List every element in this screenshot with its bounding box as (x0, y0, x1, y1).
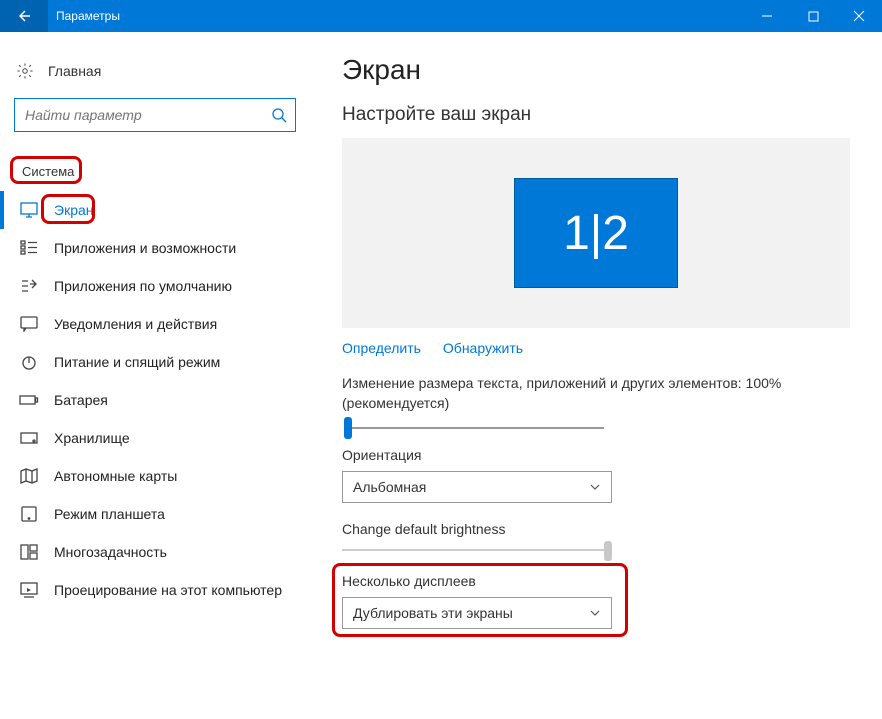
nav-item-multitasking[interactable]: Многозадачность (0, 533, 310, 571)
brightness-slider[interactable] (342, 549, 612, 551)
map-icon (18, 467, 40, 485)
titlebar: Параметры (0, 0, 882, 32)
nav-item-label: Режим планшета (54, 506, 165, 522)
page-subtitle: Настройте ваш экран (342, 104, 850, 126)
nav-item-offline-maps[interactable]: Автономные карты (0, 457, 310, 495)
list-icon (18, 239, 40, 257)
nav-item-label: Уведомления и действия (54, 316, 217, 332)
chevron-down-icon (589, 481, 601, 493)
category-label: Система (0, 138, 92, 187)
nav-item-display[interactable]: Экран (0, 191, 310, 229)
scale-label: Изменение размера текста, приложений и д… (342, 374, 850, 413)
display-box-merged[interactable]: 1|2 (514, 178, 678, 288)
display-preview[interactable]: 1|2 (342, 138, 850, 328)
chevron-down-icon (589, 607, 601, 619)
multitask-icon (18, 543, 40, 561)
identify-link[interactable]: Определить (342, 340, 421, 356)
brightness-block: Change default brightness (342, 521, 850, 551)
maximize-button[interactable] (790, 0, 836, 32)
nav-item-label: Приложения по умолчанию (54, 278, 232, 294)
scale-slider[interactable] (344, 427, 604, 429)
nav-item-apps-features[interactable]: Приложения и возможности (0, 229, 310, 267)
orientation-label: Ориентация (342, 447, 850, 463)
nav-item-projecting[interactable]: Проецирование на этот компьютер (0, 571, 310, 609)
nav-item-storage[interactable]: Хранилище (0, 419, 310, 457)
gear-icon (16, 62, 34, 80)
nav-item-label: Приложения и возможности (54, 240, 236, 256)
defaults-icon (18, 277, 40, 295)
brightness-label: Change default brightness (342, 521, 850, 537)
orientation-block: Ориентация Альбомная (342, 447, 850, 503)
nav-item-label: Экран (54, 202, 94, 218)
multi-display-dropdown[interactable]: Дублировать эти экраны (342, 597, 612, 629)
minimize-icon (761, 10, 773, 22)
close-button[interactable] (836, 0, 882, 32)
storage-icon (18, 429, 40, 447)
search-input[interactable] (23, 106, 271, 124)
nav-item-label: Автономные карты (54, 468, 177, 484)
main-content: Экран Настройте ваш экран 1|2 Определить… (310, 32, 882, 719)
slider-thumb[interactable] (604, 541, 612, 561)
multi-display-value: Дублировать эти экраны (353, 605, 513, 621)
nav-item-label: Проецирование на этот компьютер (54, 582, 282, 598)
orientation-dropdown[interactable]: Альбомная (342, 471, 612, 503)
page-title: Экран (342, 54, 850, 86)
arrow-left-icon (16, 8, 32, 24)
nav-item-battery[interactable]: Батарея (0, 381, 310, 419)
minimize-button[interactable] (744, 0, 790, 32)
home-nav[interactable]: Главная (0, 56, 310, 86)
home-label: Главная (48, 63, 101, 79)
nav-item-notifications[interactable]: Уведомления и действия (0, 305, 310, 343)
nav-item-power-sleep[interactable]: Питание и спящий режим (0, 343, 310, 381)
window-title: Параметры (56, 0, 120, 32)
back-button[interactable] (0, 0, 48, 32)
chat-icon (18, 315, 40, 333)
battery-icon (18, 391, 40, 409)
multi-display-label: Несколько дисплеев (342, 573, 850, 589)
nav-item-label: Батарея (54, 392, 108, 408)
nav-item-label: Многозадачность (54, 544, 167, 560)
nav-item-tablet-mode[interactable]: Режим планшета (0, 495, 310, 533)
maximize-icon (808, 11, 819, 22)
scale-block: Изменение размера текста, приложений и д… (342, 374, 850, 429)
monitor-icon (18, 201, 40, 219)
project-icon (18, 581, 40, 599)
orientation-value: Альбомная (353, 479, 426, 495)
nav-item-default-apps[interactable]: Приложения по умолчанию (0, 267, 310, 305)
sidebar: Главная Система Экран (0, 32, 310, 719)
nav-item-label: Хранилище (54, 430, 130, 446)
multi-display-block: Несколько дисплеев Дублировать эти экран… (342, 573, 850, 629)
detect-link[interactable]: Обнаружить (443, 340, 523, 356)
nav-list: Экран Приложения и возможности Приложени… (0, 191, 310, 609)
slider-thumb[interactable] (344, 417, 352, 439)
power-icon (18, 353, 40, 371)
tablet-icon (18, 505, 40, 523)
search-box[interactable] (14, 98, 296, 132)
close-icon (853, 10, 865, 22)
search-icon (271, 107, 287, 123)
nav-item-label: Питание и спящий режим (54, 354, 220, 370)
